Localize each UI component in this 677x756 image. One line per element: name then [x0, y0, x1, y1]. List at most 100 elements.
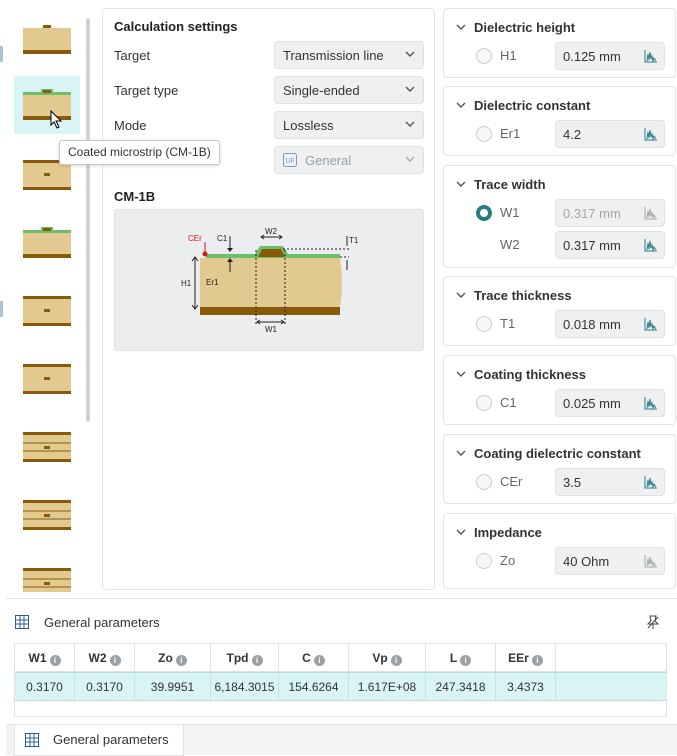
column-header-zo[interactable]: Zo i: [135, 644, 211, 672]
column-header-vp[interactable]: Vp i: [349, 644, 426, 672]
general-parameters-table: W1 i 0.3170 W2 i 0.3170 Zo i 39.9951 Tpd i 6,184.30…: [14, 643, 667, 717]
column-header-l[interactable]: Li: [426, 644, 496, 672]
target-radio[interactable]: [476, 553, 492, 569]
chevron-down-icon: [456, 529, 466, 535]
structure-diagram: CEr C1 W2 T1 H1 Er1 W1: [114, 209, 424, 351]
info-icon[interactable]: i: [313, 655, 325, 666]
param-value-field[interactable]: 0.317 mm: [555, 231, 665, 259]
table-cell-tpd[interactable]: 6,184.3015: [211, 672, 279, 701]
chevron-down-icon: [456, 450, 466, 456]
target-radio[interactable]: [476, 316, 492, 332]
column-header-label: W2: [88, 651, 107, 665]
sweep-chart-icon[interactable]: [644, 206, 658, 220]
general-parameters-title: General parameters: [44, 615, 160, 630]
stackup-icon: [23, 227, 71, 258]
table-cell-vp[interactable]: 1.617E+08: [349, 672, 426, 701]
card-header[interactable]: Dielectric height: [456, 20, 575, 35]
target-type-select[interactable]: Single-ended: [274, 76, 424, 104]
structure-thumb[interactable]: [14, 486, 80, 544]
structure-thumb[interactable]: [14, 350, 80, 408]
param-value: 3.5: [563, 475, 582, 490]
structure-tooltip: Coated microstrip (CM-1B): [59, 140, 220, 165]
structure-thumb[interactable]: [14, 10, 80, 68]
info-icon[interactable]: i: [175, 655, 187, 666]
column-header-label: C: [302, 651, 311, 665]
table-header-divider: [15, 671, 667, 672]
sweep-chart-icon[interactable]: [644, 554, 658, 568]
table-cell-eer[interactable]: 3.4373: [496, 672, 556, 701]
column-header-c[interactable]: Ci: [279, 644, 349, 672]
calculation-settings-panel: Calculation settings Target Transmission…: [102, 8, 435, 590]
param-card-trace-width: Trace width W1 0.317 mm W2 0.317 mm: [443, 165, 676, 268]
structure-thumb[interactable]: [14, 214, 80, 272]
sweep-chart-icon[interactable]: [644, 127, 658, 141]
structure-thumbnail-list[interactable]: [6, 6, 98, 592]
tab-general-parameters[interactable]: General parameters: [14, 725, 184, 756]
target-radio[interactable]: [476, 126, 492, 142]
column-header-w1[interactable]: W1 i: [15, 644, 75, 672]
table-cell-w2[interactable]: 0.3170: [75, 672, 135, 701]
param-value-field[interactable]: 40 Ohm: [555, 547, 665, 575]
target-radio[interactable]: [476, 474, 492, 490]
info-icon[interactable]: i: [390, 655, 402, 666]
sweep-chart-icon[interactable]: [644, 49, 658, 63]
param-value-field[interactable]: 0.125 mm: [555, 42, 665, 70]
target-radio[interactable]: [476, 48, 492, 64]
table-cell-l[interactable]: 247.3418: [426, 672, 496, 701]
structure-thumb[interactable]: [14, 418, 80, 476]
sweep-chart-icon[interactable]: [644, 238, 658, 252]
mode-select[interactable]: Lossless: [274, 111, 424, 139]
param-value: 0.025 mm: [563, 396, 621, 411]
card-header[interactable]: Trace thickness: [456, 288, 572, 303]
stackup-icon: [23, 296, 71, 326]
structure-name: CM-1B: [114, 189, 156, 204]
target-label: Target: [114, 48, 151, 63]
column-header-w2[interactable]: W2 i: [75, 644, 135, 672]
table-row-filler: [556, 672, 667, 701]
param-value-field[interactable]: 3.5: [555, 468, 665, 496]
param-card-coating-dielectric-constant: Coating dielectric constant CEr 3.5: [443, 434, 676, 504]
card-header[interactable]: Coating thickness: [456, 367, 586, 382]
sweep-chart-icon[interactable]: [644, 475, 658, 489]
sweep-chart-icon[interactable]: [644, 317, 658, 331]
card-header[interactable]: Coating dielectric constant: [456, 446, 641, 461]
column-header-label: L: [449, 651, 458, 665]
thumbnail-scrollbar[interactable]: [86, 18, 90, 422]
tab-label: General parameters: [53, 732, 169, 747]
card-title: Trace width: [474, 177, 546, 192]
sweep-chart-icon[interactable]: [644, 396, 658, 410]
param-value-field[interactable]: 0.018 mm: [555, 310, 665, 338]
chevron-down-icon: [405, 156, 415, 162]
table-cell-c[interactable]: 154.6264: [279, 672, 349, 701]
target-radio[interactable]: [476, 205, 492, 221]
target-select[interactable]: Transmission line: [274, 41, 424, 69]
card-header[interactable]: Trace width: [456, 177, 546, 192]
table-cell-w1[interactable]: 0.3170: [15, 672, 75, 701]
w2-label: W2: [265, 227, 278, 236]
info-icon[interactable]: i: [531, 655, 543, 666]
table-cell-zo[interactable]: 39.9951: [135, 672, 211, 701]
structure-thumb[interactable]: [14, 282, 80, 340]
param-value-field[interactable]: 0.317 mm: [555, 199, 665, 227]
info-icon[interactable]: i: [109, 655, 121, 666]
param-value: 0.317 mm: [563, 238, 621, 253]
pin-icon[interactable]: [647, 615, 659, 629]
param-value: 4.2: [563, 127, 582, 142]
info-icon[interactable]: i: [49, 655, 61, 666]
chevron-down-icon: [405, 86, 415, 92]
column-header-eer[interactable]: EEr i: [496, 644, 556, 672]
card-header[interactable]: Impedance: [456, 525, 542, 540]
column-header-tpd[interactable]: Tpd i: [211, 644, 279, 672]
card-title: Coating thickness: [474, 367, 586, 382]
info-icon[interactable]: i: [251, 655, 263, 666]
target-radio[interactable]: [476, 395, 492, 411]
structure-thumb-selected[interactable]: [14, 76, 80, 134]
param-name: CEr: [500, 474, 523, 489]
param-card-trace-thickness: Trace thickness T1 0.018 mm: [443, 276, 676, 346]
info-icon[interactable]: i: [460, 655, 472, 666]
formula-icon: UF: [283, 153, 297, 167]
param-value-field[interactable]: 0.025 mm: [555, 389, 665, 417]
card-header[interactable]: Dielectric constant: [456, 98, 590, 113]
structure-thumb[interactable]: [14, 554, 80, 592]
param-value-field[interactable]: 4.2: [555, 120, 665, 148]
